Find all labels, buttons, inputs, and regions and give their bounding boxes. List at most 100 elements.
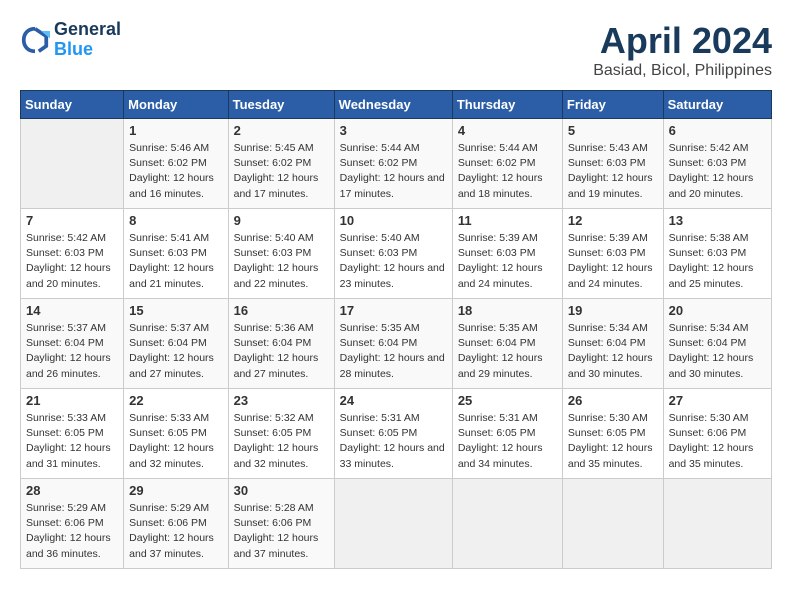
daylight-text: Daylight: 12 hours and 37 minutes.: [234, 532, 319, 559]
calendar-week-row: 1 Sunrise: 5:46 AM Sunset: 6:02 PM Dayli…: [21, 119, 772, 209]
sunrise-text: Sunrise: 5:34 AM: [669, 322, 749, 334]
daylight-text: Daylight: 12 hours and 35 minutes.: [669, 442, 754, 469]
calendar-cell: 10 Sunrise: 5:40 AM Sunset: 6:03 PM Dayl…: [334, 209, 452, 299]
day-info: Sunrise: 5:31 AM Sunset: 6:05 PM Dayligh…: [340, 411, 447, 472]
weekday-header-wednesday: Wednesday: [334, 91, 452, 119]
sunrise-text: Sunrise: 5:28 AM: [234, 502, 314, 514]
calendar-cell: 15 Sunrise: 5:37 AM Sunset: 6:04 PM Dayl…: [124, 299, 228, 389]
calendar-cell: 4 Sunrise: 5:44 AM Sunset: 6:02 PM Dayli…: [452, 119, 562, 209]
day-info: Sunrise: 5:28 AM Sunset: 6:06 PM Dayligh…: [234, 501, 329, 562]
day-number: 23: [234, 393, 329, 408]
daylight-text: Daylight: 12 hours and 24 minutes.: [458, 262, 543, 289]
sunrise-text: Sunrise: 5:35 AM: [340, 322, 420, 334]
daylight-text: Daylight: 12 hours and 24 minutes.: [568, 262, 653, 289]
daylight-text: Daylight: 12 hours and 26 minutes.: [26, 352, 111, 379]
sunrise-text: Sunrise: 5:41 AM: [129, 232, 209, 244]
sunset-text: Sunset: 6:03 PM: [129, 247, 207, 259]
sunset-text: Sunset: 6:03 PM: [458, 247, 536, 259]
day-number: 30: [234, 483, 329, 498]
calendar-cell: [334, 479, 452, 569]
weekday-header-monday: Monday: [124, 91, 228, 119]
sunset-text: Sunset: 6:04 PM: [129, 337, 207, 349]
calendar-cell: 29 Sunrise: 5:29 AM Sunset: 6:06 PM Dayl…: [124, 479, 228, 569]
calendar-cell: 24 Sunrise: 5:31 AM Sunset: 6:05 PM Dayl…: [334, 389, 452, 479]
sunrise-text: Sunrise: 5:38 AM: [669, 232, 749, 244]
day-info: Sunrise: 5:41 AM Sunset: 6:03 PM Dayligh…: [129, 231, 222, 292]
calendar-cell: 7 Sunrise: 5:42 AM Sunset: 6:03 PM Dayli…: [21, 209, 124, 299]
calendar-body: 1 Sunrise: 5:46 AM Sunset: 6:02 PM Dayli…: [21, 119, 772, 569]
day-number: 14: [26, 303, 118, 318]
day-number: 4: [458, 123, 557, 138]
daylight-text: Daylight: 12 hours and 30 minutes.: [669, 352, 754, 379]
calendar-header-row: SundayMondayTuesdayWednesdayThursdayFrid…: [21, 91, 772, 119]
page-header: General Blue April 2024 Basiad, Bicol, P…: [20, 20, 772, 80]
sunset-text: Sunset: 6:02 PM: [234, 157, 312, 169]
day-info: Sunrise: 5:39 AM Sunset: 6:03 PM Dayligh…: [458, 231, 557, 292]
daylight-text: Daylight: 12 hours and 17 minutes.: [340, 172, 445, 199]
day-info: Sunrise: 5:29 AM Sunset: 6:06 PM Dayligh…: [26, 501, 118, 562]
calendar-cell: 25 Sunrise: 5:31 AM Sunset: 6:05 PM Dayl…: [452, 389, 562, 479]
day-info: Sunrise: 5:42 AM Sunset: 6:03 PM Dayligh…: [26, 231, 118, 292]
sunset-text: Sunset: 6:05 PM: [458, 427, 536, 439]
sunset-text: Sunset: 6:05 PM: [234, 427, 312, 439]
day-info: Sunrise: 5:35 AM Sunset: 6:04 PM Dayligh…: [340, 321, 447, 382]
sunrise-text: Sunrise: 5:31 AM: [340, 412, 420, 424]
day-info: Sunrise: 5:40 AM Sunset: 6:03 PM Dayligh…: [340, 231, 447, 292]
daylight-text: Daylight: 12 hours and 25 minutes.: [669, 262, 754, 289]
day-info: Sunrise: 5:40 AM Sunset: 6:03 PM Dayligh…: [234, 231, 329, 292]
sunset-text: Sunset: 6:03 PM: [340, 247, 418, 259]
daylight-text: Daylight: 12 hours and 18 minutes.: [458, 172, 543, 199]
daylight-text: Daylight: 12 hours and 30 minutes.: [568, 352, 653, 379]
calendar-cell: 19 Sunrise: 5:34 AM Sunset: 6:04 PM Dayl…: [562, 299, 663, 389]
calendar-cell: 22 Sunrise: 5:33 AM Sunset: 6:05 PM Dayl…: [124, 389, 228, 479]
calendar-cell: 6 Sunrise: 5:42 AM Sunset: 6:03 PM Dayli…: [663, 119, 771, 209]
day-number: 13: [669, 213, 766, 228]
day-number: 24: [340, 393, 447, 408]
sunrise-text: Sunrise: 5:45 AM: [234, 142, 314, 154]
calendar-week-row: 21 Sunrise: 5:33 AM Sunset: 6:05 PM Dayl…: [21, 389, 772, 479]
weekday-header-saturday: Saturday: [663, 91, 771, 119]
sunrise-text: Sunrise: 5:39 AM: [458, 232, 538, 244]
day-info: Sunrise: 5:33 AM Sunset: 6:05 PM Dayligh…: [26, 411, 118, 472]
day-number: 11: [458, 213, 557, 228]
logo-icon: [20, 25, 50, 55]
calendar-cell: 16 Sunrise: 5:36 AM Sunset: 6:04 PM Dayl…: [228, 299, 334, 389]
sunrise-text: Sunrise: 5:30 AM: [568, 412, 648, 424]
daylight-text: Daylight: 12 hours and 34 minutes.: [458, 442, 543, 469]
sunrise-text: Sunrise: 5:37 AM: [129, 322, 209, 334]
sunrise-text: Sunrise: 5:35 AM: [458, 322, 538, 334]
calendar-cell: 5 Sunrise: 5:43 AM Sunset: 6:03 PM Dayli…: [562, 119, 663, 209]
day-number: 15: [129, 303, 222, 318]
sunset-text: Sunset: 6:02 PM: [129, 157, 207, 169]
sunrise-text: Sunrise: 5:36 AM: [234, 322, 314, 334]
day-number: 28: [26, 483, 118, 498]
sunrise-text: Sunrise: 5:37 AM: [26, 322, 106, 334]
sunset-text: Sunset: 6:06 PM: [669, 427, 747, 439]
calendar-cell: 2 Sunrise: 5:45 AM Sunset: 6:02 PM Dayli…: [228, 119, 334, 209]
day-number: 12: [568, 213, 658, 228]
day-number: 27: [669, 393, 766, 408]
daylight-text: Daylight: 12 hours and 36 minutes.: [26, 532, 111, 559]
daylight-text: Daylight: 12 hours and 20 minutes.: [669, 172, 754, 199]
calendar-week-row: 14 Sunrise: 5:37 AM Sunset: 6:04 PM Dayl…: [21, 299, 772, 389]
day-info: Sunrise: 5:39 AM Sunset: 6:03 PM Dayligh…: [568, 231, 658, 292]
day-number: 17: [340, 303, 447, 318]
calendar-cell: 21 Sunrise: 5:33 AM Sunset: 6:05 PM Dayl…: [21, 389, 124, 479]
logo: General Blue: [20, 20, 121, 60]
calendar-cell: 27 Sunrise: 5:30 AM Sunset: 6:06 PM Dayl…: [663, 389, 771, 479]
day-number: 26: [568, 393, 658, 408]
day-number: 18: [458, 303, 557, 318]
sunrise-text: Sunrise: 5:40 AM: [234, 232, 314, 244]
daylight-text: Daylight: 12 hours and 17 minutes.: [234, 172, 319, 199]
sunrise-text: Sunrise: 5:39 AM: [568, 232, 648, 244]
daylight-text: Daylight: 12 hours and 19 minutes.: [568, 172, 653, 199]
daylight-text: Daylight: 12 hours and 33 minutes.: [340, 442, 445, 469]
sunrise-text: Sunrise: 5:33 AM: [129, 412, 209, 424]
daylight-text: Daylight: 12 hours and 22 minutes.: [234, 262, 319, 289]
daylight-text: Daylight: 12 hours and 23 minutes.: [340, 262, 445, 289]
day-number: 25: [458, 393, 557, 408]
calendar-cell: [452, 479, 562, 569]
calendar-cell: 20 Sunrise: 5:34 AM Sunset: 6:04 PM Dayl…: [663, 299, 771, 389]
sunrise-text: Sunrise: 5:33 AM: [26, 412, 106, 424]
day-info: Sunrise: 5:35 AM Sunset: 6:04 PM Dayligh…: [458, 321, 557, 382]
